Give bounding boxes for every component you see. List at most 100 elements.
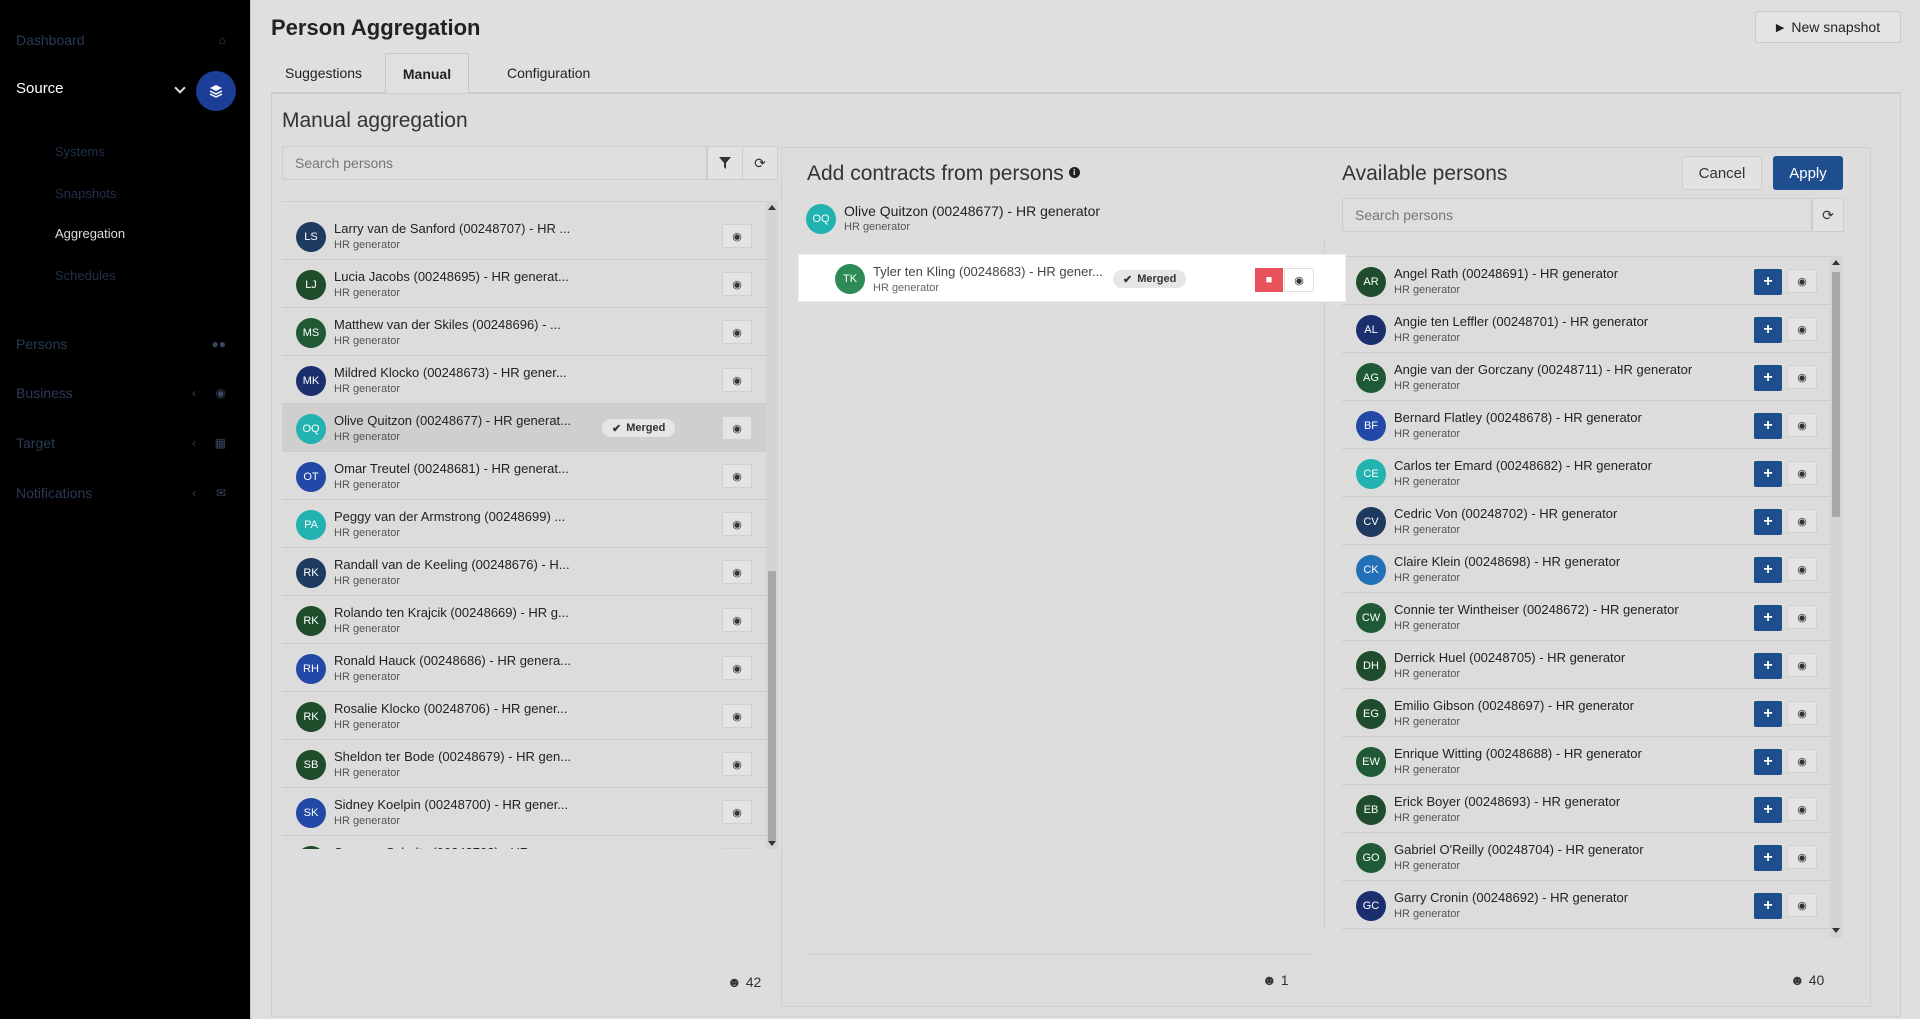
view-button[interactable]: ◉ bbox=[722, 560, 752, 584]
view-button[interactable]: ◉ bbox=[1787, 701, 1817, 725]
list-item[interactable]: EG Emilio Gibson (00248697) - HR generato… bbox=[1342, 689, 1830, 737]
add-person-button[interactable]: + bbox=[1754, 749, 1782, 775]
view-button[interactable]: ◉ bbox=[1787, 845, 1817, 869]
add-person-button[interactable]: + bbox=[1754, 317, 1782, 343]
list-item[interactable]: AR Angel Rath (00248691) - HR generator HR… bbox=[1342, 257, 1830, 305]
view-button[interactable]: ◉ bbox=[1787, 461, 1817, 485]
view-button[interactable]: ◉ bbox=[722, 512, 752, 536]
view-button[interactable]: ◉ bbox=[1787, 317, 1817, 341]
sidebar-item-business[interactable]: Business ‹ ◉ bbox=[16, 381, 226, 405]
scrollbar-thumb[interactable] bbox=[768, 571, 776, 841]
list-item[interactable]: GC Garry Cronin (00248692) - HR generator… bbox=[1342, 881, 1830, 929]
list-item[interactable]: PA Peggy van der Armstrong (00248699) ...… bbox=[282, 500, 766, 548]
chevron-down-icon[interactable] bbox=[174, 82, 186, 94]
list-item[interactable]: SK Sidney Koelpin (00248700) - HR gener..… bbox=[282, 788, 766, 836]
sidebar-item-schedules[interactable]: Schedules bbox=[55, 268, 116, 283]
view-button[interactable]: ◉ bbox=[1787, 653, 1817, 677]
add-person-button[interactable]: + bbox=[1754, 797, 1782, 823]
view-button[interactable]: ◉ bbox=[1787, 797, 1817, 821]
view-button[interactable]: ◉ bbox=[722, 656, 752, 680]
left-list-scrollbar[interactable] bbox=[766, 201, 778, 849]
list-item[interactable]: LS Larry van de Sanford (00248707) - HR .… bbox=[282, 212, 766, 260]
available-search-input[interactable] bbox=[1342, 198, 1812, 232]
add-person-button[interactable]: + bbox=[1754, 269, 1782, 295]
info-icon[interactable]: i bbox=[1068, 167, 1080, 178]
add-person-button[interactable]: + bbox=[1754, 365, 1782, 391]
cancel-button[interactable]: Cancel bbox=[1682, 156, 1762, 190]
add-person-button[interactable]: + bbox=[1754, 605, 1782, 631]
list-item[interactable]: RK Rolando ten Krajcik (00248669) - HR g.… bbox=[282, 596, 766, 644]
sidebar-item-source[interactable]: Source bbox=[16, 80, 64, 97]
scroll-up-icon[interactable] bbox=[1832, 260, 1840, 265]
view-button[interactable]: ◉ bbox=[722, 416, 752, 440]
apply-button[interactable]: Apply bbox=[1773, 156, 1843, 190]
view-button[interactable]: ◉ bbox=[1787, 605, 1817, 629]
list-item[interactable]: LJ Lucia Jacobs (00248695) - HR generat..… bbox=[282, 260, 766, 308]
view-button[interactable]: ◉ bbox=[1787, 509, 1817, 533]
list-item[interactable]: CE Carlos ter Emard (00248682) - HR gener… bbox=[1342, 449, 1830, 497]
list-item[interactable]: RK Randall van de Keeling (00248676) - H.… bbox=[282, 548, 766, 596]
sidebar-item-target[interactable]: Target ‹ ▦ bbox=[16, 431, 226, 455]
filter-button[interactable] bbox=[707, 146, 743, 180]
view-button[interactable]: ◉ bbox=[722, 272, 752, 296]
view-button[interactable]: ◉ bbox=[722, 608, 752, 632]
scrollbar-thumb[interactable] bbox=[1832, 272, 1840, 517]
list-item[interactable]: CK Claire Klein (00248698) - HR generator… bbox=[1342, 545, 1830, 593]
list-item[interactable]: RK Rosalie Klocko (00248706) - HR gener..… bbox=[282, 692, 766, 740]
view-button[interactable]: ◉ bbox=[722, 320, 752, 344]
sidebar-item-dashboard[interactable]: Dashboard ⌂ bbox=[16, 28, 226, 52]
add-person-button[interactable]: + bbox=[1754, 653, 1782, 679]
add-person-button[interactable]: + bbox=[1754, 701, 1782, 727]
sidebar-item-aggregation[interactable]: Aggregation bbox=[55, 226, 125, 241]
sidebar-item-systems[interactable]: Systems bbox=[55, 144, 105, 159]
view-button[interactable]: ◉ bbox=[1787, 893, 1817, 917]
view-button[interactable]: ◉ bbox=[1787, 413, 1817, 437]
view-button[interactable]: ◉ bbox=[722, 800, 752, 824]
list-item[interactable]: BF Bernard Flatley (00248678) - HR genera… bbox=[1342, 401, 1830, 449]
view-button[interactable]: ◉ bbox=[1787, 269, 1817, 293]
list-item[interactable]: CV Cedric Von (00248702) - HR generator HR… bbox=[1342, 497, 1830, 545]
list-item[interactable]: AG Angie van der Gorczany (00248711) - HR… bbox=[1342, 353, 1830, 401]
list-item[interactable]: EW Enrique Witting (00248688) - HR genera… bbox=[1342, 737, 1830, 785]
tab-suggestions[interactable]: Suggestions bbox=[285, 53, 362, 93]
list-item[interactable]: SS Spencer Schultz (00248703) - HR gene..… bbox=[282, 836, 766, 849]
list-item[interactable]: OT Omar Treutel (00248681) - HR generat..… bbox=[282, 452, 766, 500]
scroll-down-icon[interactable] bbox=[768, 841, 776, 846]
tab-manual[interactable]: Manual bbox=[385, 53, 469, 94]
scroll-up-icon[interactable] bbox=[768, 205, 776, 210]
list-item[interactable]: MS Matthew van der Skiles (00248696) - ..… bbox=[282, 308, 766, 356]
view-button[interactable]: ◉ bbox=[1284, 268, 1314, 292]
list-item[interactable]: SB Sheldon ter Bode (00248679) - HR gen..… bbox=[282, 740, 766, 788]
list-item[interactable]: RH Ronald Hauck (00248686) - HR genera...… bbox=[282, 644, 766, 692]
new-snapshot-button[interactable]: ▶ New snapshot bbox=[1755, 11, 1901, 43]
view-button[interactable]: ◉ bbox=[722, 752, 752, 776]
view-button[interactable]: ◉ bbox=[722, 848, 752, 849]
view-button[interactable]: ◉ bbox=[722, 704, 752, 728]
view-button[interactable]: ◉ bbox=[1787, 365, 1817, 389]
sidebar-item-persons[interactable]: Persons ●● bbox=[16, 332, 226, 356]
list-item[interactable]: OQ Olive Quitzon (00248677) - HR generat.… bbox=[282, 404, 766, 452]
list-item[interactable]: AL Angie ten Leffler (00248701) - HR gene… bbox=[1342, 305, 1830, 353]
right-list-scrollbar[interactable] bbox=[1830, 256, 1842, 938]
tab-configuration[interactable]: Configuration bbox=[507, 53, 590, 93]
refresh-button[interactable]: ⟳ bbox=[742, 146, 778, 180]
list-item[interactable]: MK Mildred Klocko (00248673) - HR gener..… bbox=[282, 356, 766, 404]
view-button[interactable]: ◉ bbox=[1787, 749, 1817, 773]
view-button[interactable]: ◉ bbox=[722, 464, 752, 488]
available-refresh-button[interactable]: ⟳ bbox=[1812, 198, 1844, 232]
view-button[interactable]: ◉ bbox=[722, 224, 752, 248]
sidebar-item-notifications[interactable]: Notifications ‹ ✉ bbox=[16, 481, 226, 505]
add-person-button[interactable]: + bbox=[1754, 413, 1782, 439]
add-person-button[interactable]: + bbox=[1754, 461, 1782, 487]
view-button[interactable]: ◉ bbox=[1787, 557, 1817, 581]
delete-button[interactable]: ■ bbox=[1255, 268, 1283, 292]
sidebar-item-snapshots[interactable]: Snapshots bbox=[55, 186, 116, 201]
list-item[interactable]: ISIan Smitham (00248684) - HR generatorH… bbox=[1342, 929, 1830, 938]
list-item[interactable]: CW Connie ter Wintheiser (00248672) - HR … bbox=[1342, 593, 1830, 641]
add-person-button[interactable]: + bbox=[1754, 557, 1782, 583]
search-input[interactable] bbox=[282, 146, 707, 180]
add-person-button[interactable]: + bbox=[1754, 509, 1782, 535]
view-button[interactable]: ◉ bbox=[722, 368, 752, 392]
scroll-down-icon[interactable] bbox=[1832, 928, 1840, 933]
add-person-button[interactable]: + bbox=[1754, 845, 1782, 871]
